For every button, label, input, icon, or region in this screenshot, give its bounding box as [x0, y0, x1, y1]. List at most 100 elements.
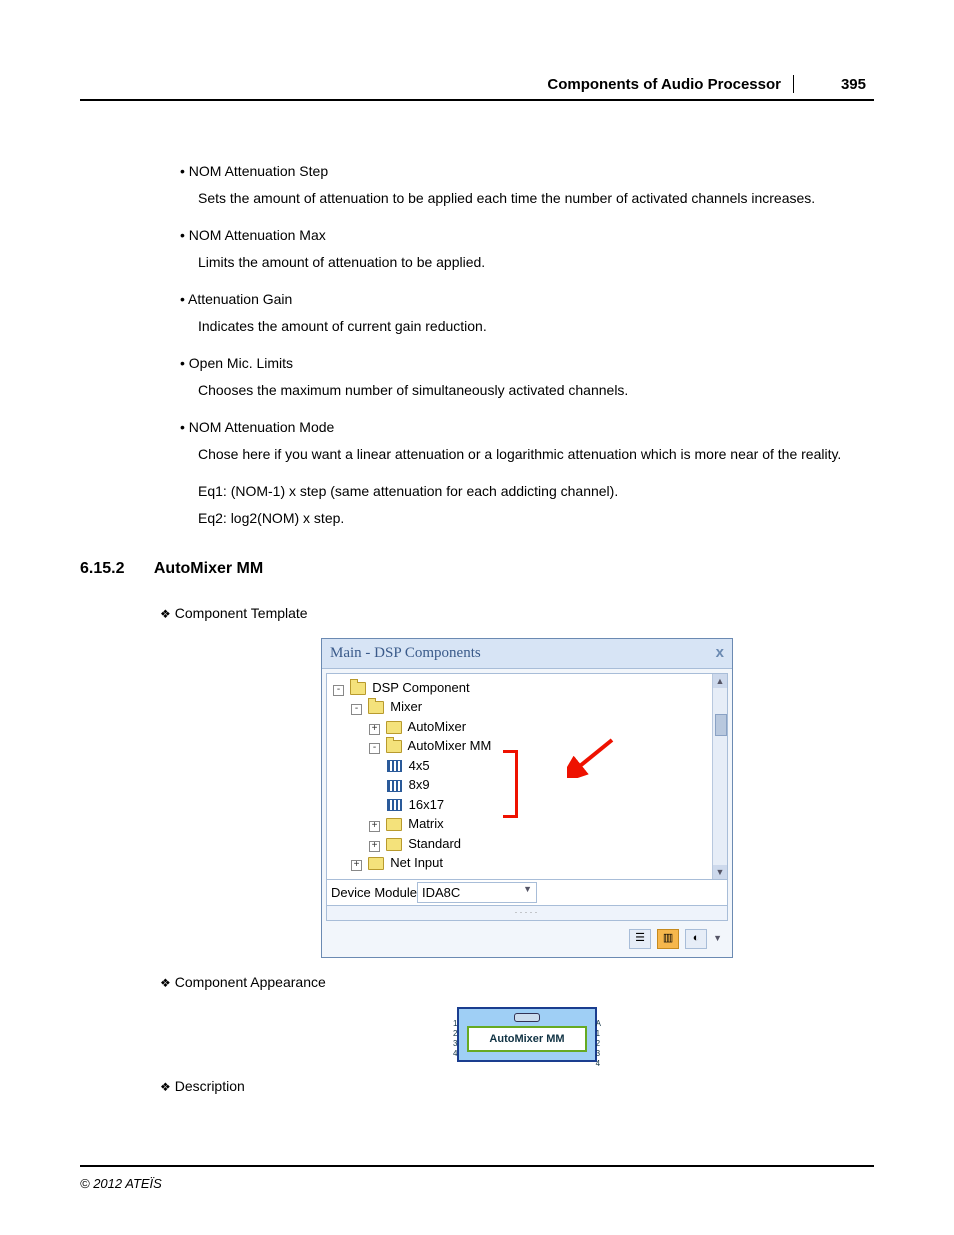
footer-divider	[80, 1165, 874, 1167]
folder-open-icon	[368, 701, 384, 714]
subheading-template: Component Template	[160, 603, 874, 624]
tree-area: - DSP Component - Mixer	[326, 673, 728, 880]
equation-2: Eq2: log2(NOM) x step.	[198, 508, 874, 529]
component-icon	[387, 799, 402, 811]
expand-icon[interactable]: +	[351, 860, 362, 871]
scroll-thumb[interactable]	[715, 714, 727, 736]
drag-handle-icon	[514, 1013, 540, 1022]
tree-leaf-8x9[interactable]: 8x9	[387, 775, 723, 795]
resize-grip[interactable]: ·····	[326, 906, 728, 921]
bullet-item: NOM Attenuation Max Limits the amount of…	[180, 225, 874, 273]
bullet-label: NOM Attenuation Max	[180, 227, 326, 243]
ports-in: 1 2 3 4	[453, 1019, 457, 1059]
tree-node-mixer[interactable]: - Mixer + AutoMixer	[351, 697, 723, 853]
toolbar-button-refresh-icon[interactable]: ◐	[685, 929, 707, 949]
section-title: AutoMixer MM	[154, 560, 263, 577]
tree-node-standard[interactable]: + Standard	[369, 834, 723, 854]
expand-icon[interactable]: +	[369, 841, 380, 852]
bullet-item: NOM Attenuation Step Sets the amount of …	[180, 161, 874, 209]
collapse-icon[interactable]: -	[351, 704, 362, 715]
toolbar-button-list-icon[interactable]: ☰	[629, 929, 651, 949]
tree-label: 16x17	[409, 797, 444, 812]
panel-title: Main - DSP Components	[330, 642, 481, 665]
header-divider	[793, 75, 794, 93]
tree-node-netinput[interactable]: + Net Input	[351, 853, 723, 873]
port-label: 3	[596, 1049, 601, 1059]
expand-icon[interactable]: +	[369, 724, 380, 735]
tree-label: AutoMixer	[408, 719, 467, 734]
port-label: 4	[596, 1059, 601, 1069]
chevron-down-icon: ▼	[523, 883, 532, 897]
bullet-item: Attenuation Gain Indicates the amount of…	[180, 289, 874, 337]
collapse-icon[interactable]: -	[333, 685, 344, 696]
bullet-label: Attenuation Gain	[180, 291, 292, 307]
panel-titlebar: Main - DSP Components x	[322, 639, 732, 669]
tree-node-automixer-mm[interactable]: - AutoMixer MM 4x5	[369, 736, 723, 814]
bullet-label: NOM Attenuation Mode	[180, 419, 334, 435]
section-number: 6.15.2	[80, 557, 150, 581]
component-appearance-block: AutoMixer MM 1 2 3 4 A 1 2 3 4	[457, 1007, 597, 1063]
folder-icon	[386, 721, 402, 734]
device-module-value: IDA8C	[422, 885, 460, 900]
bullet-description: Indicates the amount of current gain red…	[198, 316, 874, 337]
tree-label: Mixer	[390, 699, 422, 714]
component-icon	[387, 760, 402, 772]
header-page-number: 395	[806, 76, 874, 93]
bullet-description: Limits the amount of attenuation to be a…	[198, 252, 874, 273]
scroll-up-icon[interactable]: ▲	[713, 674, 727, 688]
equation-1: Eq1: (NOM-1) x step (same attenuation fo…	[198, 481, 874, 502]
tree-node-automixer[interactable]: + AutoMixer	[369, 717, 723, 737]
panel-toolbar: ☰ ▥ ◐ ▼	[326, 925, 728, 953]
port-label: 1	[596, 1029, 601, 1039]
device-module-dropdown[interactable]: IDA8C ▼	[417, 882, 537, 904]
dsp-components-panel: Main - DSP Components x - DSP Component …	[321, 638, 733, 958]
port-label: 4	[453, 1049, 457, 1059]
folder-open-icon	[350, 682, 366, 695]
bullet-description: Sets the amount of attenuation to be app…	[198, 188, 874, 209]
device-module-label: Device Module	[331, 883, 417, 903]
tree-leaf-4x5[interactable]: 4x5	[387, 756, 723, 776]
bullet-description: Chooses the maximum number of simultaneo…	[198, 380, 874, 401]
header-title: Components of Audio Processor	[547, 76, 781, 93]
tree-label: 8x9	[409, 777, 430, 792]
bullet-label: Open Mic. Limits	[180, 355, 293, 371]
folder-icon	[386, 818, 402, 831]
tree-node-root[interactable]: - DSP Component - Mixer	[333, 678, 723, 873]
component-title: AutoMixer MM	[471, 1031, 583, 1048]
callout-arrow-icon	[567, 738, 617, 778]
tree-leaf-16x17[interactable]: 16x17	[387, 795, 723, 815]
toolbar-button-view-icon[interactable]: ▥	[657, 929, 679, 949]
scrollbar[interactable]: ▲ ▼	[712, 674, 727, 879]
tree-label: Net Input	[390, 855, 443, 870]
close-icon[interactable]: x	[716, 642, 724, 665]
tree-label: Standard	[408, 836, 461, 851]
section-heading: 6.15.2 AutoMixer MM	[80, 557, 874, 581]
folder-open-icon	[386, 740, 402, 753]
page-header: Components of Audio Processor 395	[80, 75, 874, 101]
tree-label: Matrix	[408, 816, 443, 831]
bullet-item: NOM Attenuation Mode Chose here if you w…	[180, 417, 874, 529]
subheading-appearance: Component Appearance	[160, 972, 874, 993]
scroll-down-icon[interactable]: ▼	[713, 865, 727, 879]
port-label: 2	[453, 1029, 457, 1039]
port-label: 1	[453, 1019, 457, 1029]
component-block-label: AutoMixer MM	[467, 1026, 587, 1053]
toolbar-dropdown-icon[interactable]: ▼	[713, 932, 722, 946]
ports-out: A 1 2 3 4	[596, 1019, 601, 1069]
bullet-description: Chose here if you want a linear attenuat…	[198, 444, 874, 465]
device-module-row: Device Module IDA8C ▼	[326, 880, 728, 907]
tree: - DSP Component - Mixer	[327, 674, 727, 877]
port-label: 2	[596, 1039, 601, 1049]
subheading-description: Description	[160, 1076, 874, 1097]
collapse-icon[interactable]: -	[369, 743, 380, 754]
port-label: A	[596, 1019, 601, 1029]
body-content: NOM Attenuation Step Sets the amount of …	[180, 161, 874, 1097]
bullet-label: NOM Attenuation Step	[180, 163, 328, 179]
port-label: 3	[453, 1039, 457, 1049]
bullet-item: Open Mic. Limits Chooses the maximum num…	[180, 353, 874, 401]
tree-node-matrix[interactable]: + Matrix	[369, 814, 723, 834]
folder-icon	[368, 857, 384, 870]
folder-icon	[386, 838, 402, 851]
expand-icon[interactable]: +	[369, 821, 380, 832]
component-icon	[387, 780, 402, 792]
